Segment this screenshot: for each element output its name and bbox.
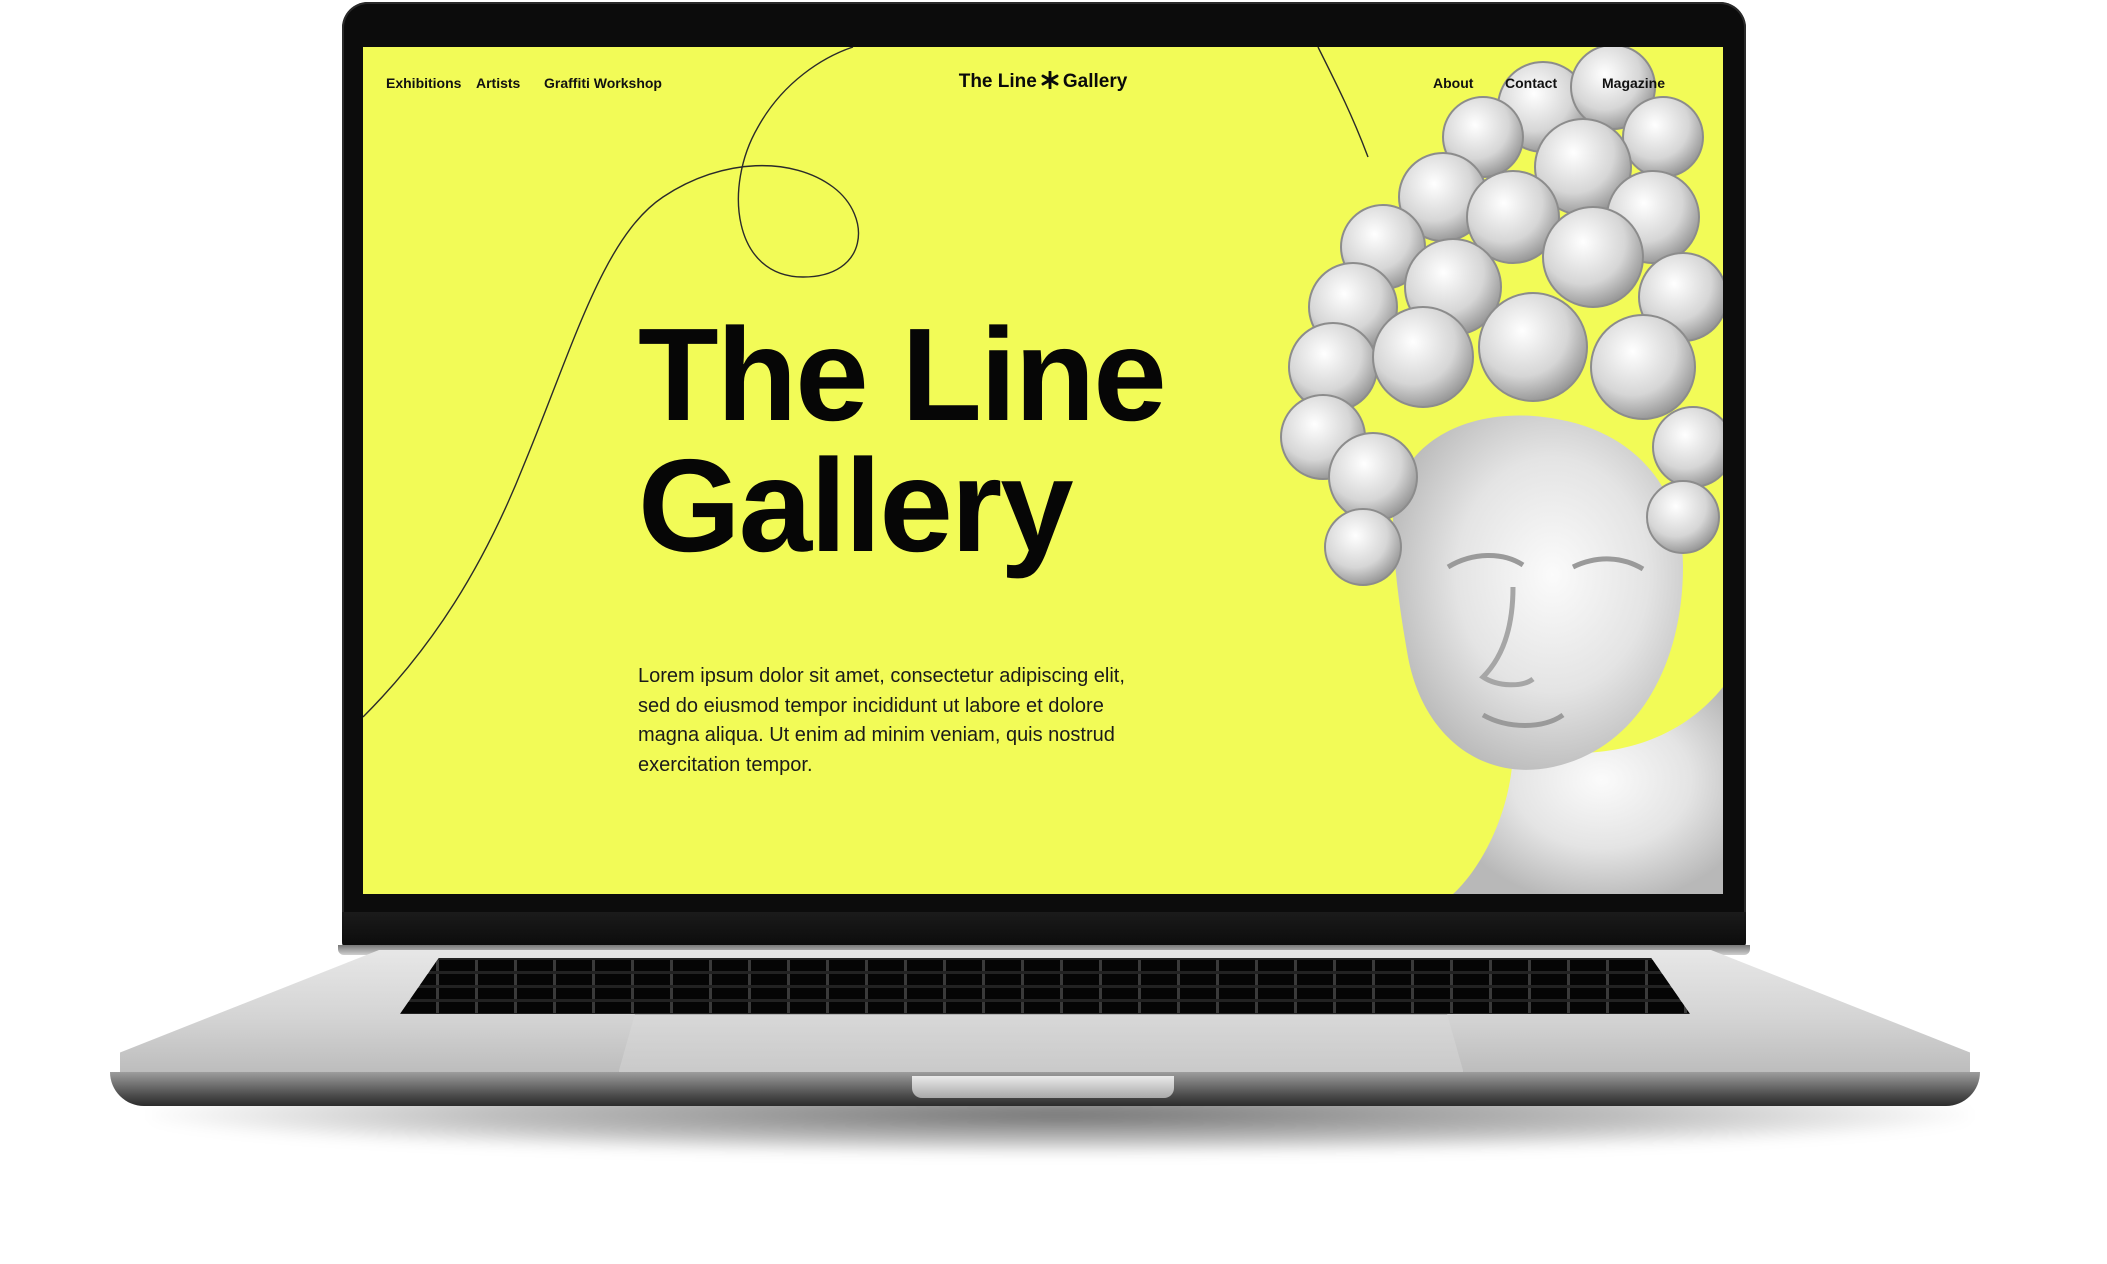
hero-text-line: magna aliqua. Ut enim ad minim veniam, q… [638, 724, 1115, 746]
brand-text-right: Gallery [1062, 71, 1128, 92]
hero-text-line: Lorem ipsum dolor sit amet, consectetur … [638, 665, 1125, 687]
lid-opening-notch [912, 1076, 1174, 1098]
hero-text-line: sed do eiusmod tempor incididunt ut labo… [638, 694, 1104, 717]
trackpad [618, 1014, 1464, 1074]
asterisk-icon [1041, 71, 1059, 89]
nav-artists[interactable]: Artists [476, 75, 520, 91]
hero-text-line: exercitation tempor. [638, 753, 813, 776]
nav-graffiti-workshop[interactable]: Graffiti Workshop [544, 75, 662, 91]
nav-exhibitions[interactable]: Exhibitions [386, 75, 461, 91]
hero-title: The Line Gallery [638, 301, 1278, 579]
keyboard [400, 958, 1690, 1014]
hero-title-line-1: The Line [638, 301, 1167, 448]
key-row [400, 974, 1690, 985]
hero-description: Lorem ipsum dolor sit amet, consectetur … [638, 662, 1198, 780]
nav-magazine[interactable]: Magazine [1602, 75, 1665, 91]
key-row [400, 1002, 1690, 1013]
hero-title-line-2: Gallery [638, 431, 1074, 579]
key-row [400, 988, 1690, 999]
laptop-screen: Exhibitions Artists Graffiti Workshop Th… [363, 47, 1723, 894]
statue-image [1280, 47, 1723, 894]
brand-logo[interactable]: The Line Gallery [953, 71, 1133, 93]
nav-about[interactable]: About [1433, 75, 1473, 91]
nav-contact[interactable]: Contact [1505, 75, 1557, 91]
key-row [400, 960, 1690, 971]
brand-text-left: The Line [958, 71, 1037, 92]
